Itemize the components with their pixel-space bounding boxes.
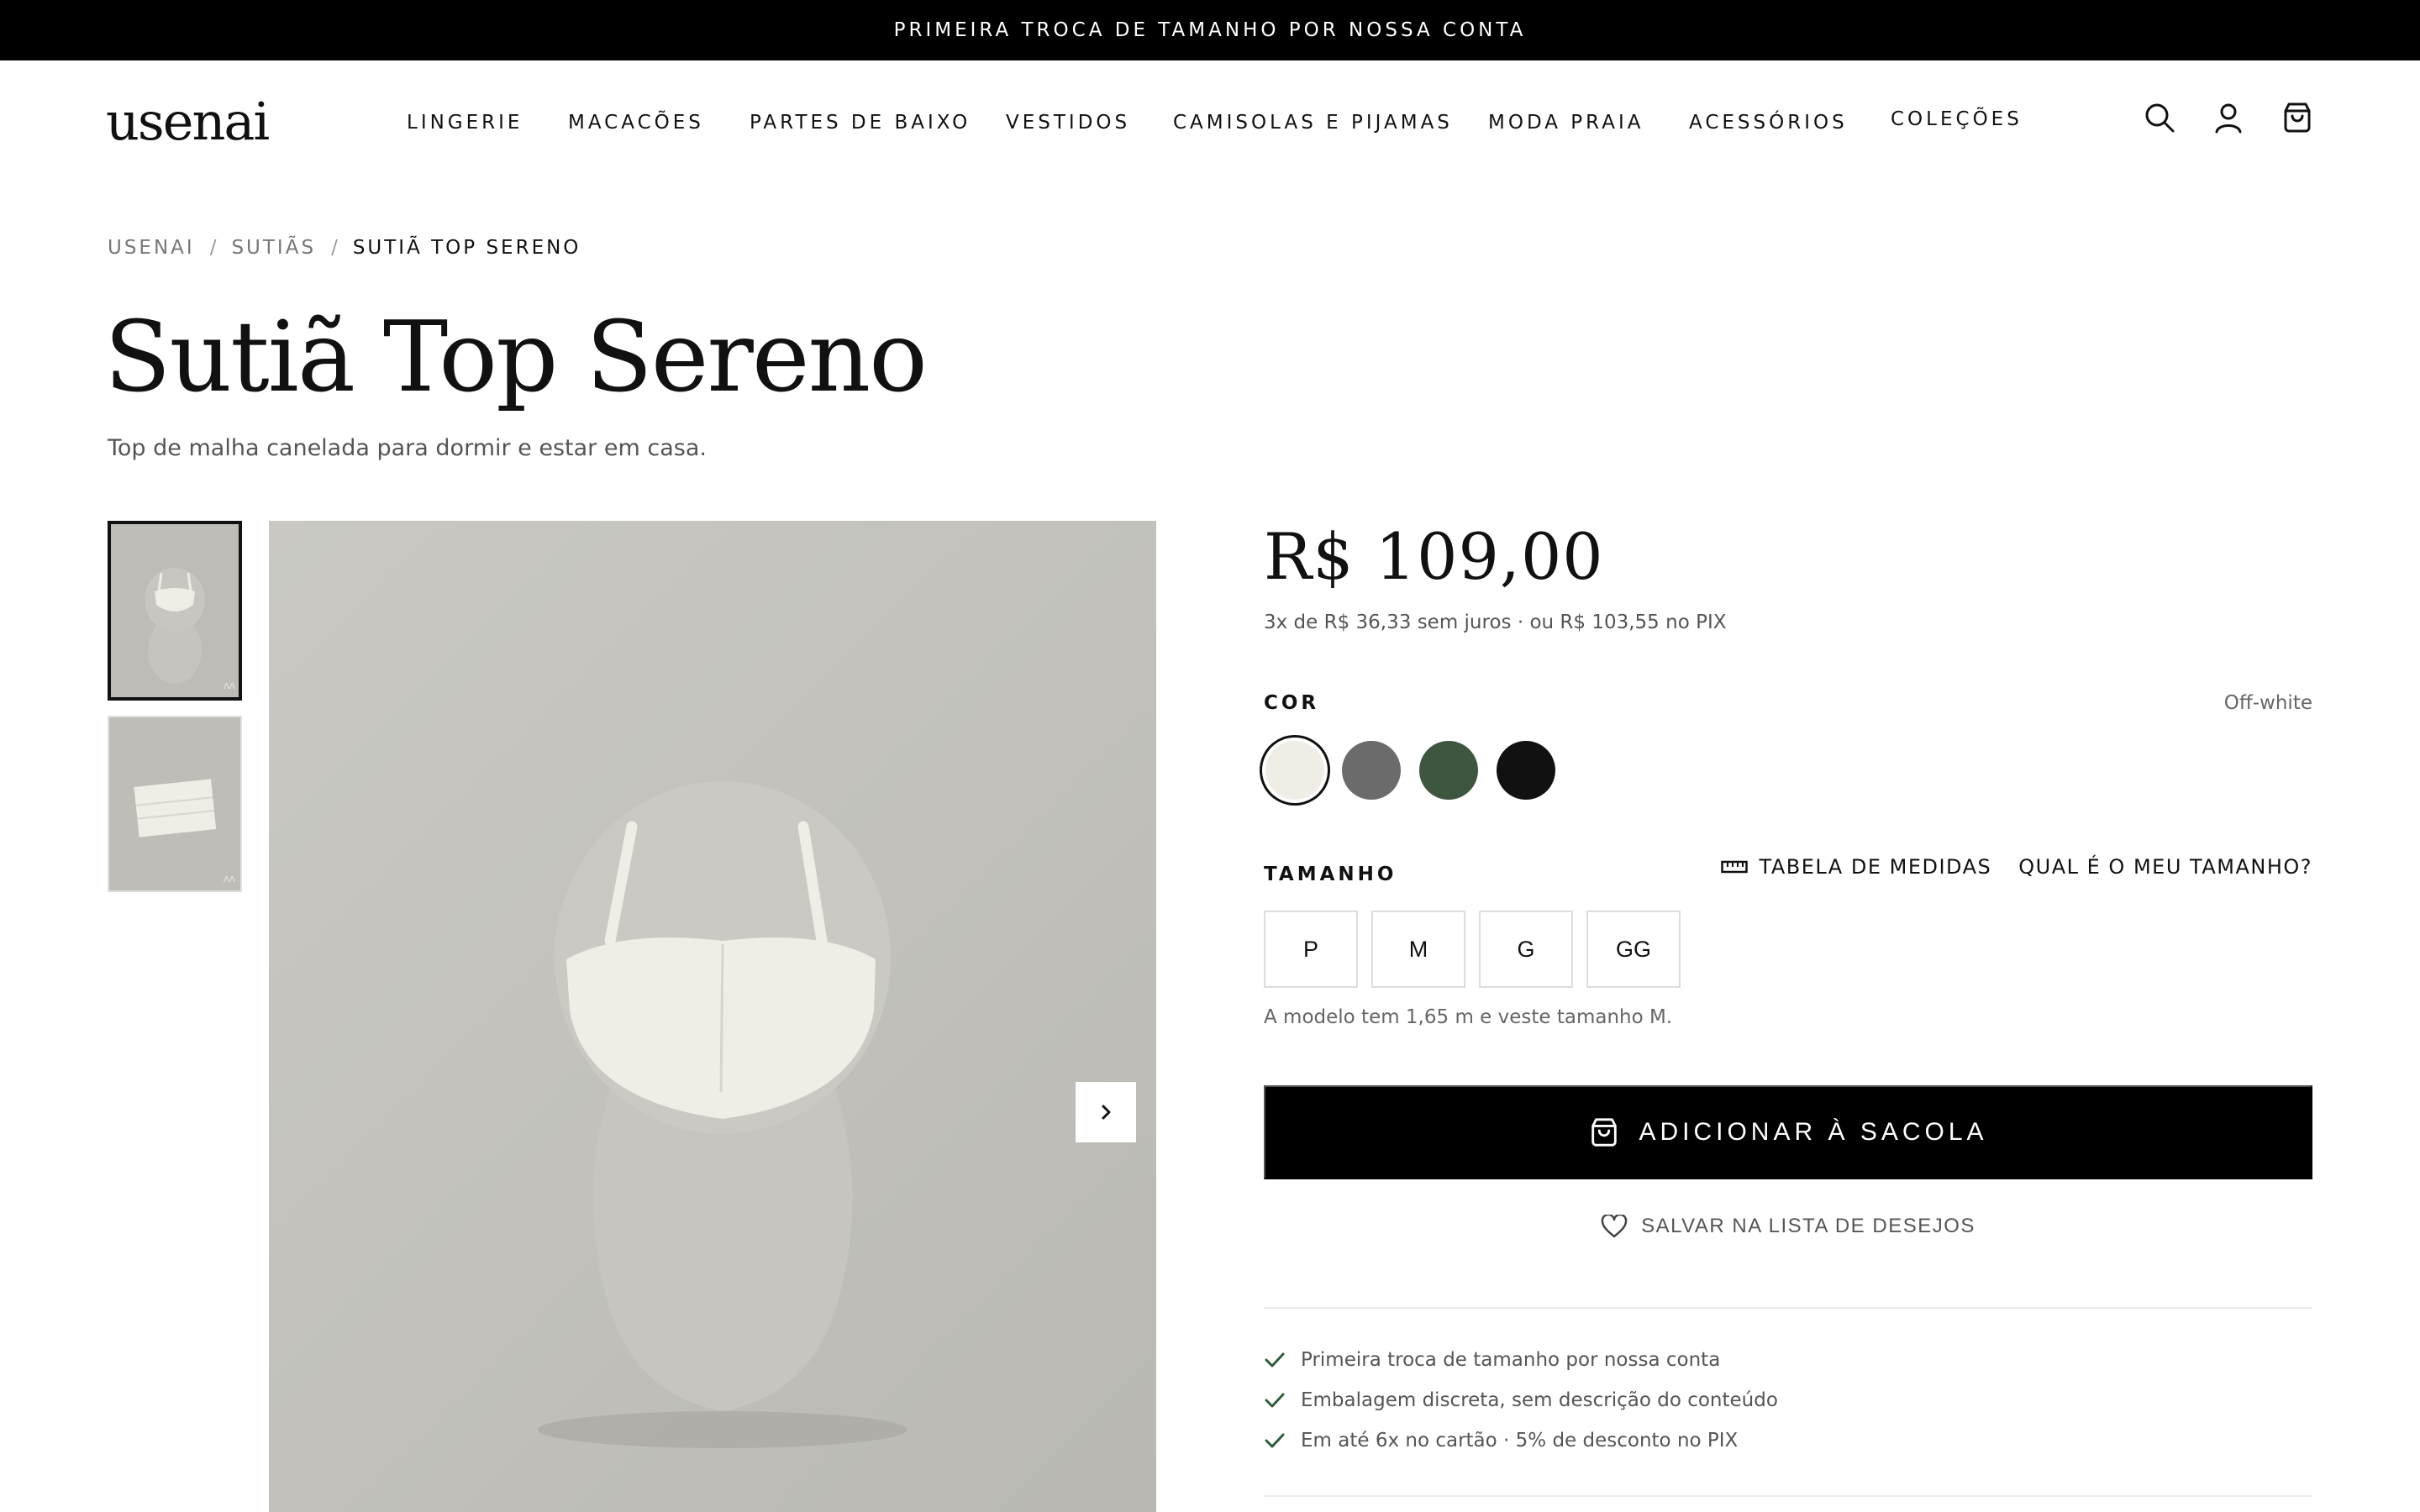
nav-item-vestidos[interactable]: VESTIDOS [1006, 109, 1130, 136]
selected-color-name: Off-white [2223, 692, 2312, 714]
installments-text: 3x de R$ 36,33 sem juros · ou R$ 103,55 … [1264, 612, 1727, 633]
size-chart-label: TABELA DE MEDIDAS [1759, 855, 1992, 879]
section-divider [1264, 1495, 2312, 1497]
wishlist-button[interactable]: SALVAR NA LISTA DE DESEJOS [1264, 1208, 2312, 1245]
benefit-text: Primeira troca de tamanho por nossa cont… [1301, 1349, 1721, 1371]
gallery-thumbnail-1[interactable]: ΛΛ [108, 521, 242, 701]
announcement-bar: PRIMEIRA TROCA DE TAMANHO POR NOSSA CONT… [0, 0, 2420, 60]
wishlist-label: SALVAR NA LISTA DE DESEJOS [1641, 1215, 1975, 1237]
bag-icon [1591, 1118, 1618, 1147]
search-icon[interactable] [2143, 101, 2176, 134]
thumbnail-package-illustration: ΛΛ [109, 717, 240, 890]
ruler-icon [1720, 860, 1748, 874]
nav-item-camisolas-e-pijamas[interactable]: CAMISOLAS E PIJAMAS [1173, 109, 1453, 136]
nav-item-moda-praia[interactable]: MODA PRAIA [1488, 109, 1644, 136]
breadcrumb-home[interactable]: USENAI [108, 237, 195, 259]
nav-item-colecoes[interactable]: COLEÇÕES [1891, 106, 2023, 133]
benefit-item: Em até 6x no cartão · 5% de desconto no … [1264, 1430, 1738, 1452]
benefit-item: Embalagem discreta, sem descrição do con… [1264, 1389, 1778, 1411]
svg-text:ΛΛ: ΛΛ [224, 875, 235, 885]
bag-icon[interactable] [2281, 101, 2314, 134]
section-divider [1264, 1307, 2312, 1309]
nav-item-acessorios[interactable]: ACESSÓRIOS [1689, 109, 1848, 136]
model-size-note: A modelo tem 1,65 m e veste tamanho M. [1264, 1006, 1673, 1028]
breadcrumb-separator: / [209, 237, 217, 259]
svg-text:ΛΛ: ΛΛ [224, 682, 235, 691]
benefit-item: Primeira troca de tamanho por nossa cont… [1264, 1349, 1720, 1371]
color-swatch-cinza[interactable] [1342, 741, 1401, 800]
heart-icon [1601, 1215, 1628, 1238]
size-help-links: TABELA DE MEDIDAS QUAL É O MEU TAMANHO? [1720, 855, 2312, 879]
size-option-m[interactable]: M [1371, 911, 1465, 988]
breadcrumb-category[interactable]: SUTIÃS [231, 237, 316, 259]
gallery-next-button[interactable] [1076, 1082, 1136, 1142]
product-title: Sutiã Top Sereno [104, 301, 928, 414]
nav-item-partes-de-baixo[interactable]: PARTES DE BAIXO [750, 109, 971, 136]
account-icon[interactable] [2212, 101, 2245, 134]
size-option-gg[interactable]: GG [1586, 911, 1681, 988]
breadcrumb-separator: / [331, 237, 338, 259]
color-swatch-off-white[interactable] [1265, 741, 1324, 800]
chevron-right-icon [1102, 1105, 1111, 1120]
breadcrumb-current: SUTIÃ TOP SERENO [352, 237, 581, 259]
benefit-text: Embalagem discreta, sem descrição do con… [1301, 1389, 1778, 1411]
size-option-g[interactable]: G [1479, 911, 1573, 988]
nav-item-lingerie[interactable]: LINGERIE [407, 109, 523, 136]
breadcrumb: USENAI / SUTIÃS / SUTIÃ TOP SERENO [108, 237, 581, 259]
color-label: COR [1264, 692, 1320, 714]
check-icon [1265, 1352, 1285, 1368]
bra-on-mannequin-illustration [538, 781, 908, 1448]
add-to-bag-button[interactable]: ADICIONAR À SACOLA [1264, 1085, 2312, 1179]
benefit-text: Em até 6x no cartão · 5% de desconto no … [1301, 1430, 1739, 1452]
header-actions [2143, 101, 2314, 134]
check-icon [1265, 1433, 1285, 1448]
size-finder-link[interactable]: QUAL É O MEU TAMANHO? [2018, 855, 2312, 879]
site-logo[interactable]: usenai [106, 94, 270, 150]
product-subtitle: Top de malha canelada para dormir e esta… [108, 435, 707, 461]
add-to-bag-label: ADICIONAR À SACOLA [1639, 1118, 1988, 1146]
product-price: R$ 109,00 [1264, 519, 1604, 594]
check-icon [1265, 1393, 1285, 1408]
announcement-text: PRIMEIRA TROCA DE TAMANHO POR NOSSA CONT… [893, 19, 1527, 41]
nav-item-macacoes[interactable]: MACACÕES [568, 109, 704, 136]
size-label: TAMANHO [1264, 864, 1397, 885]
size-chart-link[interactable]: TABELA DE MEDIDAS [1720, 855, 1992, 879]
color-swatch-preto[interactable] [1497, 741, 1555, 800]
thumbnail-bra-illustration: ΛΛ [111, 524, 239, 697]
size-option-p[interactable]: P [1264, 911, 1358, 988]
product-main-image [269, 521, 1156, 1512]
gallery-thumbnail-2[interactable]: ΛΛ [108, 716, 242, 892]
color-swatch-verde[interactable] [1419, 741, 1478, 800]
